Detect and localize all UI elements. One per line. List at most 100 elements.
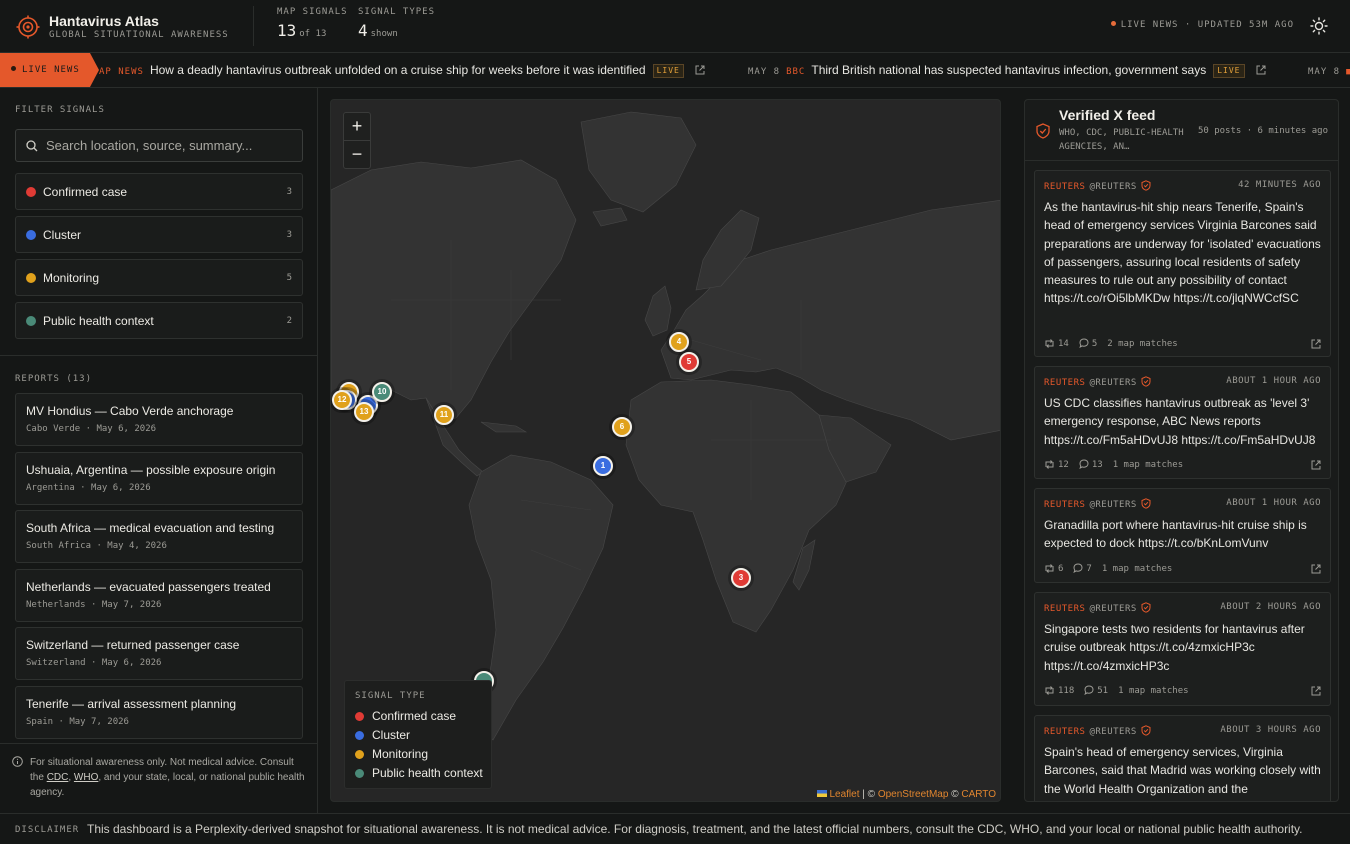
feed-sources: WHO, CDC, PUBLIC-HEALTH AGENCIES, AN… (1059, 128, 1184, 152)
ticker-item[interactable]: AP NEWS How a deadly hantavirus outbreak … (99, 53, 705, 87)
post-time: ABOUT 1 HOUR AGO (1226, 498, 1321, 508)
report-title: Netherlands — evacuated passengers treat… (26, 580, 271, 594)
brand[interactable]: Hantavirus Atlas GLOBAL SITUATIONAL AWAR… (16, 12, 256, 42)
target-logo-icon (16, 15, 40, 39)
legend-title: SIGNAL TYPE (355, 691, 426, 701)
public-health-dot-icon (355, 769, 364, 778)
feed-post[interactable]: REUTERS @REUTERS ABOUT 2 HOURS AGO Singap… (1034, 592, 1331, 706)
external-link-icon[interactable] (1311, 564, 1321, 574)
reply-icon (1079, 338, 1089, 349)
repost-count: 6 (1058, 564, 1064, 574)
reply-count: 51 (1097, 686, 1109, 696)
map-marker[interactable]: 10 (372, 382, 392, 402)
map-marker[interactable]: 12 (332, 390, 352, 410)
external-link-icon[interactable] (1311, 339, 1321, 349)
post-source: REUTERS (1044, 182, 1086, 192)
world-map[interactable]: + − 10 12 13 11 1 6 4 5 3 SIGNAL TYPE Co… (330, 99, 1001, 802)
map-marker[interactable]: 13 (354, 402, 374, 422)
filter-public-health-context[interactable]: Public health context 2 (15, 302, 303, 339)
filter-signals-label: FILTER SIGNALS (15, 105, 105, 115)
feed-post[interactable]: REUTERS @REUTERS ABOUT 3 HOURS AGO Spain'… (1034, 715, 1331, 801)
map-marker[interactable]: 5 (679, 352, 699, 372)
app-subtitle: GLOBAL SITUATIONAL AWARENESS (49, 30, 229, 40)
ticker-item[interactable]: MAY 8 ■ (1308, 53, 1350, 87)
legend-item: Confirmed case (355, 709, 456, 723)
repost-count: 118 (1058, 686, 1075, 696)
cdc-link[interactable]: CDC (47, 772, 69, 783)
sun-icon[interactable] (1310, 17, 1328, 35)
zoom-in-button[interactable]: + (344, 113, 370, 141)
monitoring-dot-icon (355, 750, 364, 759)
legend-label: Monitoring (372, 747, 429, 761)
external-link-icon[interactable] (1311, 686, 1321, 696)
legend-item: Cluster (355, 728, 410, 742)
map-marker[interactable]: 4 (669, 332, 689, 352)
post-time: ABOUT 3 HOURS AGO (1220, 725, 1321, 735)
disclaimer-label: DISCLAIMER (15, 825, 80, 835)
filter-count: 2 (286, 316, 292, 326)
report-item[interactable]: Tenerife — arrival assessment planning S… (15, 686, 303, 739)
filter-cluster[interactable]: Cluster 3 (15, 216, 303, 253)
disclaimer-text: This dashboard is a Perplexity-derived s… (87, 822, 1303, 836)
carto-link[interactable]: CARTO (961, 789, 996, 800)
report-title: MV Hondius — Cabo Verde anchorage (26, 404, 234, 418)
ticker-date: MAY 8 (748, 67, 781, 77)
stat-suffix: shown (370, 29, 398, 39)
feed-post[interactable]: REUTERS @REUTERS ABOUT 1 HOUR AGO Granadi… (1034, 488, 1331, 583)
repost-icon (1045, 339, 1054, 348)
ticker-source: ■ (1346, 67, 1350, 77)
post-handle: @REUTERS (1089, 378, 1137, 388)
map-marker[interactable]: 3 (731, 568, 751, 588)
post-time: ABOUT 2 HOURS AGO (1220, 602, 1321, 612)
report-item[interactable]: MV Hondius — Cabo Verde anchorage Cabo V… (15, 393, 303, 446)
who-link[interactable]: WHO (74, 772, 98, 783)
search-box[interactable] (15, 129, 303, 162)
filter-monitoring[interactable]: Monitoring 5 (15, 259, 303, 296)
external-link-icon[interactable] (695, 65, 705, 75)
top-bar: Hantavirus Atlas GLOBAL SITUATIONAL AWAR… (0, 0, 1350, 53)
post-header: REUTERS @REUTERS (1044, 376, 1151, 388)
post-source: REUTERS (1044, 500, 1086, 510)
post-footer: 118 51 1 map matches (1044, 685, 1189, 696)
ticker-headline: How a deadly hantavirus outbreak unfolde… (149, 63, 646, 77)
post-handle: @REUTERS (1089, 604, 1137, 614)
ticker-badge-label: LIVE NEWS (22, 65, 80, 75)
ticker-date: MAY 8 (1308, 67, 1341, 77)
report-item[interactable]: Switzerland — returned passenger case Sw… (15, 627, 303, 680)
post-handle: @REUTERS (1089, 182, 1137, 192)
external-link-icon[interactable] (1311, 460, 1321, 470)
footer-disclaimer: DISCLAIMER This dashboard is a Perplexit… (0, 813, 1350, 844)
divider (0, 743, 318, 744)
report-item[interactable]: Netherlands — evacuated passengers treat… (15, 569, 303, 622)
app-title: Hantavirus Atlas (49, 13, 159, 29)
live-news-badge: LIVE NEWS (0, 53, 99, 87)
monitoring-dot-icon (26, 273, 36, 283)
map-marker[interactable]: 11 (434, 405, 454, 425)
search-input[interactable] (46, 130, 296, 161)
report-title: Tenerife — arrival assessment planning (26, 697, 237, 711)
cluster-dot-icon (355, 731, 364, 740)
report-item[interactable]: Ushuaia, Argentina — possible exposure o… (15, 452, 303, 505)
osm-link[interactable]: OpenStreetMap (878, 789, 949, 800)
zoom-out-button[interactable]: − (344, 141, 370, 169)
feed-post[interactable]: REUTERS @REUTERS ABOUT 1 HOUR AGO US CDC … (1034, 366, 1331, 479)
filter-confirmed-case[interactable]: Confirmed case 3 (15, 173, 303, 210)
post-time: 42 MINUTES AGO (1238, 180, 1321, 190)
reply-icon (1073, 563, 1083, 574)
external-link-icon[interactable] (1256, 65, 1266, 75)
reply-icon (1084, 685, 1094, 696)
repost-icon (1045, 686, 1054, 695)
live-tag: LIVE (1213, 64, 1245, 78)
ticker-item[interactable]: MAY 8 BBC Third British national has suspe… (748, 53, 1266, 87)
map-marker[interactable]: 6 (612, 417, 632, 437)
search-icon (26, 140, 38, 152)
leaflet-link[interactable]: Leaflet (829, 789, 859, 800)
post-header: REUTERS @REUTERS (1044, 725, 1151, 737)
map-marker[interactable]: 1 (593, 456, 613, 476)
ukraine-flag-icon (817, 790, 828, 797)
filter-count: 3 (286, 187, 292, 197)
feed-post[interactable]: REUTERS @REUTERS 42 MINUTES AGO As the ha… (1034, 170, 1331, 357)
post-time: ABOUT 1 HOUR AGO (1226, 376, 1321, 386)
report-item[interactable]: South Africa — medical evacuation and te… (15, 510, 303, 563)
live-tag: LIVE (652, 64, 684, 78)
